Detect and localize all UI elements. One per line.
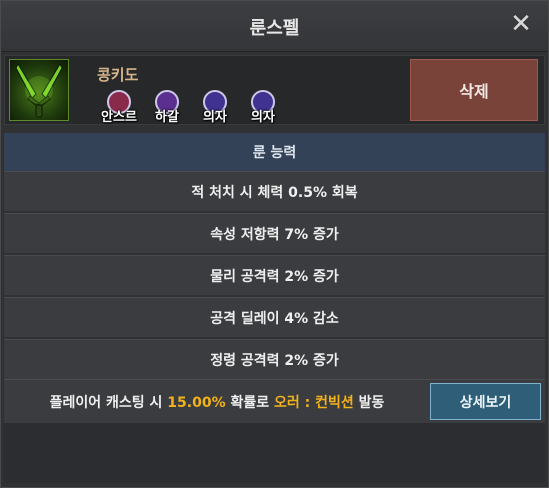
window-title: 룬스펠	[249, 18, 300, 39]
proc-effect-row: 플레이어 캐스팅 시 15.00% 확률로 오러 : 컨빅션 발동 상세보기	[4, 379, 545, 423]
rune-tag-label: 하갈	[155, 110, 179, 125]
rune-tag[interactable]: 의자	[241, 90, 285, 125]
rune-tag-label: 의자	[203, 110, 227, 125]
close-icon[interactable]: ✕	[508, 11, 534, 37]
rune-tag[interactable]: 하갈	[145, 90, 189, 125]
effect-mid: 확률로	[225, 395, 274, 411]
rune-tag[interactable]: 의자	[193, 90, 237, 125]
rune-tag-label: 의자	[251, 110, 275, 125]
dagger-art	[15, 62, 63, 118]
effect-skill: 오러 : 컨빅션	[273, 395, 354, 411]
ability-row: 물리 공격력 2% 증가	[4, 255, 545, 295]
rune-row: 콩키도 안스르 하갈 의자 의자 삭제	[4, 55, 545, 125]
title-bar: 룬스펠 ✕	[1, 1, 548, 52]
ability-row: 속성 저항력 7% 증가	[4, 213, 545, 253]
proc-effect-text: 플레이어 캐스팅 시 15.00% 확률로 오러 : 컨빅션 발동	[4, 392, 430, 412]
rune-tag-label: 안스르	[101, 110, 137, 125]
effect-prefix: 플레이어 캐스팅 시	[49, 395, 168, 411]
rune-abilities-header: 룬 능력	[4, 133, 545, 171]
ability-row: 적 처치 시 체력 0.5% 회복	[4, 171, 545, 211]
ability-row: 공격 딜레이 4% 감소	[4, 297, 545, 337]
delete-button[interactable]: 삭제	[410, 59, 538, 121]
ability-row: 정령 공격력 2% 증가	[4, 339, 545, 379]
detail-button[interactable]: 상세보기	[430, 383, 541, 420]
effect-suffix: 발동	[353, 395, 385, 411]
effect-chance: 15.00%	[167, 395, 226, 411]
runespell-window: 룬스펠 ✕ 콩키도 안스르 하갈 의자 의자 삭제 룬 능력 적 처치 시 체력…	[0, 0, 549, 488]
empty-footer	[4, 423, 545, 483]
twin-green-daggers-icon	[9, 59, 69, 121]
rune-tag[interactable]: 안스르	[97, 90, 141, 125]
rune-name: 콩키도	[97, 66, 139, 84]
